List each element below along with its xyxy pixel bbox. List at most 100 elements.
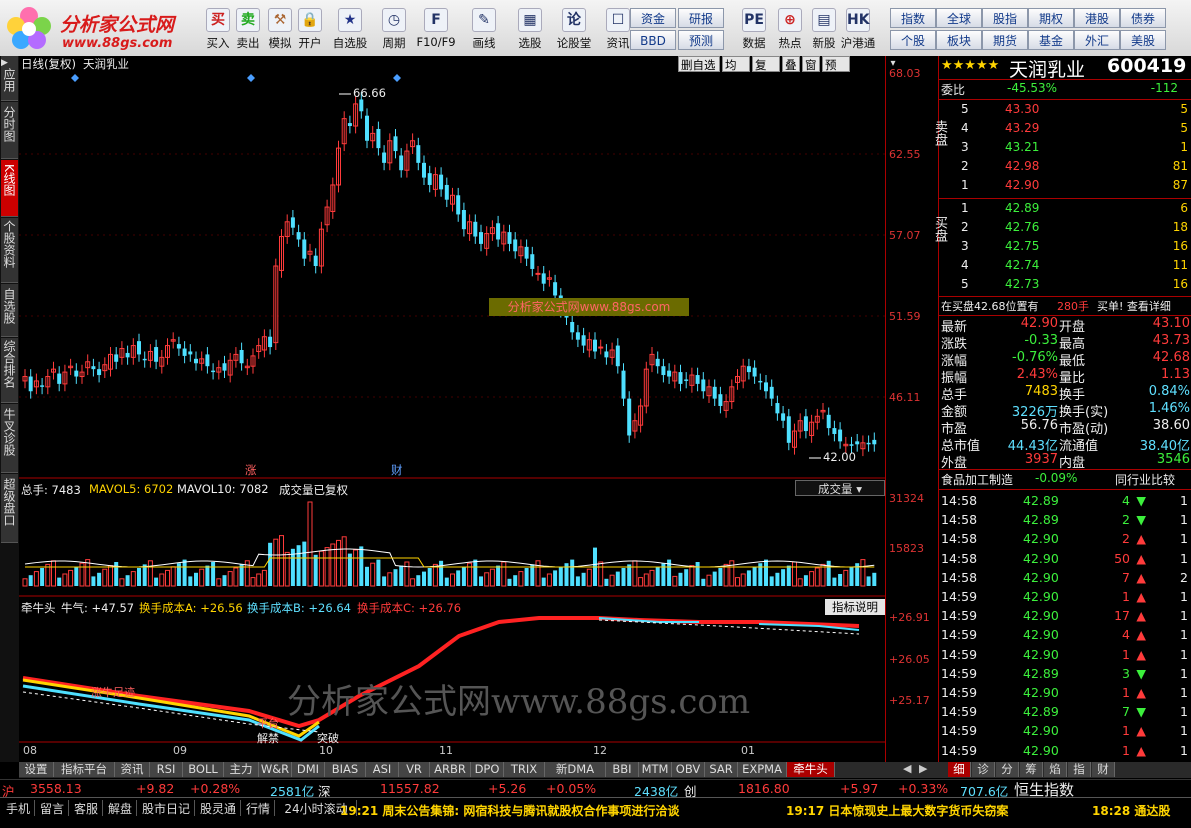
status-button-0[interactable]: 手机 <box>2 800 35 816</box>
chart-top-button-5[interactable]: 预测 <box>822 56 850 88</box>
toolbar-button-11[interactable]: PE 数据 <box>736 6 772 52</box>
buy-level-2[interactable]: 2 42.76 18 <box>939 219 1191 238</box>
indicator-tab-11[interactable]: ARBR <box>430 762 471 777</box>
indicator-tab-5[interactable]: 主力 <box>224 762 259 777</box>
indicator-tab-6[interactable]: W&R <box>259 762 292 777</box>
grid-button-left-2[interactable]: 研报 <box>678 8 724 28</box>
toolbar-button-8[interactable]: ▦ 选股 <box>508 6 552 52</box>
left-tab-app[interactable]: ▶ 应用 <box>1 56 18 101</box>
industry-compare-link[interactable]: 同行业比较 <box>1115 471 1175 488</box>
left-tab-kline[interactable]: K线图 <box>1 160 18 217</box>
indicator-tab-12[interactable]: DPO <box>471 762 504 777</box>
toolbar-button-13[interactable]: ▤ 新股 <box>806 6 842 52</box>
toolbar-button-4[interactable]: ★ 自选股 <box>328 6 372 52</box>
indicator-tab-17[interactable]: OBV <box>672 762 705 777</box>
panel-tab-2[interactable]: 分 <box>996 762 1019 777</box>
buy-level-1[interactable]: 1 42.89 6 <box>939 200 1191 219</box>
grid-button-right-8[interactable]: 港股 <box>1074 8 1120 28</box>
grid-button-left-1[interactable]: BBD <box>630 30 676 50</box>
indicator-tab-16[interactable]: MTM <box>639 762 672 777</box>
indicator-tab-4[interactable]: BOLL <box>183 762 224 777</box>
chart-top-button-4[interactable]: 窗 <box>802 56 820 72</box>
buy-level-3[interactable]: 3 42.75 16 <box>939 238 1191 257</box>
grid-button-right-4[interactable]: 股指 <box>982 8 1028 28</box>
left-tab-watchlist[interactable]: 自选股 <box>1 284 18 337</box>
toolbar-button-3[interactable]: 🔒 开户 <box>292 6 328 52</box>
grid-button-right-5[interactable]: 期货 <box>982 30 1028 50</box>
grid-button-right-3[interactable]: 板块 <box>936 30 982 50</box>
chart-top-button-2[interactable]: 复权 <box>752 56 780 88</box>
grid-button-right-7[interactable]: 基金 <box>1028 30 1074 50</box>
order-notice[interactable]: 在买盘42.68位置有 280手 买单! 查看详细 <box>939 297 1191 316</box>
toolbar-button-6[interactable]: F F10/F9 <box>414 6 458 52</box>
left-tab-ranking[interactable]: 综合排名 <box>1 338 18 403</box>
indicator-tab-3[interactable]: RSI <box>150 762 183 777</box>
grid-button-right-9[interactable]: 外汇 <box>1074 30 1120 50</box>
sell-level-2[interactable]: 2 42.98 81 <box>939 158 1191 177</box>
left-tab-minute[interactable]: 分时图 <box>1 102 18 159</box>
indicator-tab-20[interactable]: 牵牛头 <box>787 762 835 777</box>
buy-level-4[interactable]: 4 42.74 11 <box>939 257 1191 276</box>
panel-tab-4[interactable]: 焰 <box>1044 762 1067 777</box>
indicator-tab-0[interactable]: 设置 <box>19 762 54 777</box>
news-1[interactable]: 19:21 周末公告集锦: 网宿科技与腾讯就股权合作事项进行洽谈 <box>340 802 679 819</box>
sell-level-3[interactable]: 3 43.21 1 <box>939 139 1191 158</box>
toolbar-button-12[interactable]: ⊕ 热点 <box>772 6 808 52</box>
indicator-tab-19[interactable]: EXPMA <box>738 762 787 777</box>
panel-tab-6[interactable]: 财 <box>1092 762 1115 777</box>
status-button-6[interactable]: 行情 <box>242 800 275 816</box>
panel-tab-5[interactable]: 指 <box>1068 762 1091 777</box>
indicator-tab-14[interactable]: 新DMA <box>545 762 606 777</box>
indicator-tab-8[interactable]: BIAS <box>325 762 366 777</box>
status-button-2[interactable]: 客服 <box>70 800 103 816</box>
status-button-4[interactable]: 股市日记 <box>138 800 195 816</box>
indicator-tab-7[interactable]: DMI <box>292 762 325 777</box>
panel-tab-3[interactable]: 筹 <box>1020 762 1043 777</box>
news-3[interactable]: 18:28 通达股 <box>1092 802 1170 819</box>
indicator-tab-18[interactable]: SAR <box>705 762 738 777</box>
chart-top-button-3[interactable]: 叠 <box>782 56 800 72</box>
grid-button-right-6[interactable]: 期权 <box>1028 8 1074 28</box>
marker-cai[interactable]: 财 <box>391 462 403 478</box>
grid-button-left-3[interactable]: 预测 <box>678 30 724 50</box>
kline-chart-area[interactable]: 日线(复权) 天润乳业 总手: 7483 MAVOL5: 6702 MAVOL1… <box>19 56 885 762</box>
status-button-5[interactable]: 股灵通 <box>196 800 241 816</box>
grid-button-right-11[interactable]: 美股 <box>1120 30 1166 50</box>
sell-level-5[interactable]: 5 43.30 5 <box>939 101 1191 120</box>
panel-tab-1[interactable]: 诊 <box>972 762 995 777</box>
indicator-tab-1[interactable]: 指标平台 <box>54 762 115 777</box>
grid-button-left-0[interactable]: 资金 <box>630 8 676 28</box>
indicator-tab-13[interactable]: TRIX <box>504 762 545 777</box>
volume-dropdown[interactable]: 成交量 ▾ <box>795 480 885 496</box>
status-button-1[interactable]: 留言 <box>36 800 69 816</box>
indicator-tab-2[interactable]: 资讯 <box>115 762 150 777</box>
marker-zhang[interactable]: 涨 <box>245 462 257 478</box>
grid-button-right-1[interactable]: 个股 <box>890 30 936 50</box>
grid-button-right-0[interactable]: 指数 <box>890 8 936 28</box>
grid-button-right-2[interactable]: 全球 <box>936 8 982 28</box>
sell-level-4[interactable]: 4 43.29 5 <box>939 120 1191 139</box>
indicator-tab-10[interactable]: VR <box>399 762 430 777</box>
chart-top-button-1[interactable]: 均线 <box>722 56 750 88</box>
scroll-left-icon[interactable]: ◀ <box>903 762 911 775</box>
indicator-tab-15[interactable]: BBI <box>606 762 639 777</box>
toolbar-button-14[interactable]: HK 沪港通 <box>840 6 876 52</box>
toolbar-button-9[interactable]: 论论股堂 <box>552 6 596 52</box>
indicator-tab-9[interactable]: ASI <box>366 762 399 777</box>
industry-name[interactable]: 食品加工制造 <box>941 471 1013 488</box>
left-tab-superpan[interactable]: 超级盘口 <box>1 474 18 543</box>
left-tab-profile[interactable]: 个股资料 <box>1 218 18 283</box>
panel-tab-0[interactable]: 细 <box>948 762 971 777</box>
toolbar-button-1[interactable]: 卖卖出 <box>230 6 266 52</box>
news-2[interactable]: 19:17 日本惊现史上最大数字货币失窃案 <box>786 802 1008 819</box>
sell-level-1[interactable]: 1 42.90 87 <box>939 177 1191 196</box>
toolbar-button-5[interactable]: ◷ 周期 <box>372 6 416 52</box>
grid-button-right-10[interactable]: 债券 <box>1120 8 1166 28</box>
buy-level-5[interactable]: 5 42.73 16 <box>939 276 1191 295</box>
chart-top-button-0[interactable]: 删自选 <box>678 56 720 72</box>
scroll-right-icon[interactable]: ▶ <box>919 762 927 775</box>
indicator-help-button[interactable]: 指标说明 <box>825 599 885 615</box>
toolbar-button-7[interactable]: ✎ 画线 <box>462 6 506 52</box>
status-button-3[interactable]: 解盘 <box>104 800 137 816</box>
left-tab-diagnose[interactable]: 牛叉诊股 <box>1 404 18 473</box>
